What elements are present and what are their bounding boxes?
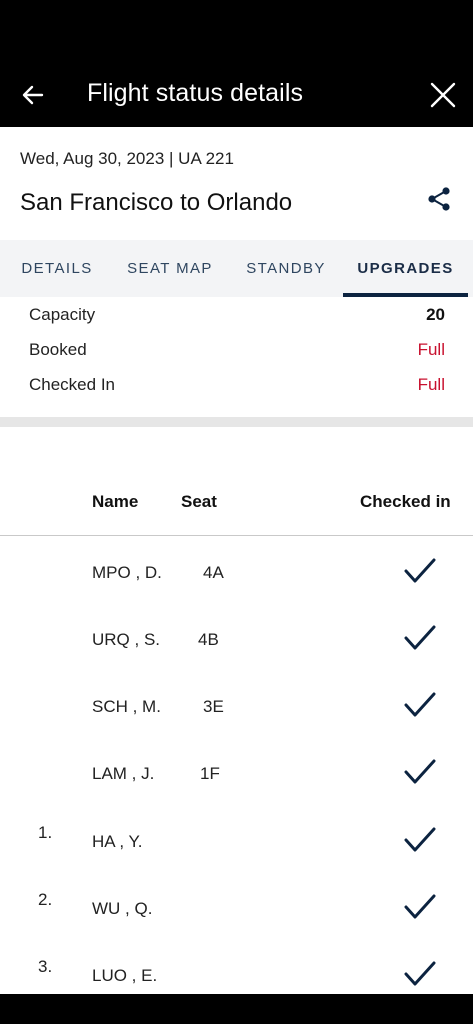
close-button[interactable] [424, 76, 462, 114]
tab-seat-map[interactable]: SEAT MAP [114, 240, 226, 297]
table-row: SCH , M. 3E [0, 688, 473, 728]
checkmark-icon [404, 692, 436, 717]
seat-number: 4A [203, 563, 224, 582]
summary-row-booked: Booked Full [29, 336, 445, 366]
checkmark-icon [404, 827, 436, 852]
table-row: LAM , J. 1F [0, 755, 473, 795]
passenger-name: URQ , S. [92, 630, 161, 649]
summary-value: Full [417, 375, 445, 394]
section-divider [0, 417, 473, 427]
passenger-name: SCH , M. [92, 697, 161, 716]
summary-value: Full [417, 340, 445, 359]
summary-row-checked-in: Checked In Full [29, 371, 445, 401]
app-bar: Flight status details [0, 62, 473, 127]
checkmark-icon [404, 759, 436, 784]
status-bar [0, 0, 473, 62]
checkmark-icon [404, 625, 436, 650]
arrow-left-icon [22, 85, 44, 105]
tab-bar: DETAILS SEAT MAP STANDBY UPGRADES [0, 240, 473, 297]
flight-date-number: Wed, Aug 30, 2023 | UA 221 [20, 149, 234, 168]
summary-label: Checked In [29, 375, 115, 394]
tab-upgrades[interactable]: UPGRADES [343, 240, 468, 297]
header-divider [0, 535, 473, 536]
summary-label: Booked [29, 340, 87, 359]
table-row: URQ , S. 4B [0, 621, 473, 661]
column-header-checked-in: Checked in [360, 492, 451, 511]
close-icon [430, 82, 456, 108]
table-row: 3. LUO , E. [0, 957, 473, 997]
column-header-name: Name [92, 492, 139, 511]
table-row: 1. HA , Y. [0, 823, 473, 863]
share-icon [428, 187, 450, 211]
passenger-name: HA , Y. [92, 832, 143, 851]
share-button[interactable] [424, 184, 454, 214]
summary-row-capacity: Capacity 20 [29, 301, 445, 331]
seat-number: 3E [203, 697, 224, 716]
row-number: 3. [38, 957, 53, 976]
table-header: Name Seat Checked in [0, 483, 473, 523]
row-number: 1. [38, 823, 53, 842]
active-tab-indicator [343, 293, 468, 297]
checkmark-icon [404, 558, 436, 583]
row-number: 2. [38, 890, 53, 909]
table-row: MPO , D. 4A [0, 554, 473, 594]
seat-number: 1F [200, 764, 220, 783]
passenger-name: WU , Q. [92, 899, 153, 918]
passenger-name: LUO , E. [92, 966, 158, 985]
passenger-name: MPO , D. [92, 563, 162, 582]
route-title: San Francisco to Orlando [20, 189, 293, 216]
summary-value: 20 [426, 305, 445, 324]
tab-standby[interactable]: STANDBY [226, 240, 346, 297]
summary-label: Capacity [29, 305, 96, 324]
passenger-name: LAM , J. [92, 764, 155, 783]
table-row: 2. WU , Q. [0, 890, 473, 930]
page-title: Flight status details [87, 79, 304, 107]
back-button[interactable] [14, 76, 52, 114]
seat-number: 4B [198, 630, 219, 649]
system-nav-bar [0, 994, 473, 1024]
column-header-seat: Seat [181, 492, 217, 511]
tab-details[interactable]: DETAILS [0, 240, 114, 297]
checkmark-icon [404, 961, 436, 986]
checkmark-icon [404, 894, 436, 919]
